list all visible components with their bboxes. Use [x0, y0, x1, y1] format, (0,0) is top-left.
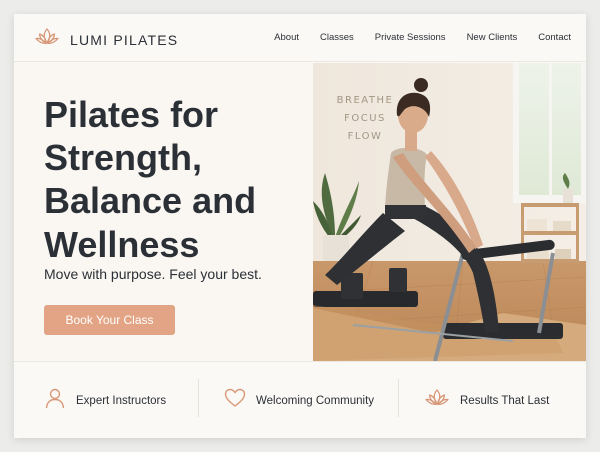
feature-item: Expert Instructors: [44, 362, 166, 438]
hero-title-line: Balance and: [44, 180, 257, 222]
person-icon: [44, 387, 66, 414]
wall-text-line: FLOW: [348, 131, 383, 142]
nav-links: About Classes Private Sessions New Clien…: [274, 32, 571, 43]
heart-icon: [224, 388, 246, 413]
hero-image: BREATHE FOCUS FLOW: [313, 63, 586, 361]
feature-item: Results That Last: [424, 362, 549, 438]
top-navigation: LUMI PILATES About Classes Private Sessi…: [14, 14, 586, 62]
hero-title-line: Strength,: [44, 137, 202, 179]
feature-label: Expert Instructors: [76, 394, 167, 407]
wall-text-line: BREATHE: [337, 95, 394, 106]
nav-item-private-sessions[interactable]: Private Sessions: [375, 32, 446, 43]
feature-label: Results That Last: [460, 394, 550, 407]
wall-text-line: FOCUS: [344, 113, 386, 124]
hero-subtitle: Move with purpose. Feel your best.: [44, 266, 262, 282]
divider: [198, 379, 199, 417]
nav-item-new-clients[interactable]: New Clients: [467, 32, 518, 43]
nav-item-about[interactable]: About: [274, 32, 299, 43]
nav-item-classes[interactable]: Classes: [320, 32, 354, 43]
features-bar: Expert Instructors Welcoming Community R…: [14, 361, 586, 438]
book-class-button[interactable]: Book Your Class: [44, 305, 175, 335]
brand-logo[interactable]: LUMI PILATES: [34, 26, 178, 53]
lotus-icon: [34, 26, 60, 53]
hero-title: Pilates for Strength, Balance and Wellne…: [44, 93, 304, 266]
hero-title-line: Wellness: [44, 223, 200, 265]
feature-item: Welcoming Community: [224, 362, 374, 438]
feature-label: Welcoming Community: [256, 394, 375, 407]
brand-name: LUMI PILATES: [70, 31, 179, 48]
hero-title-line: Pilates for: [44, 94, 219, 135]
lotus-icon: [424, 387, 450, 414]
divider: [398, 379, 399, 417]
hero-section: Pilates for Strength, Balance and Wellne…: [14, 63, 313, 360]
landing-page: LUMI PILATES About Classes Private Sessi…: [14, 14, 586, 438]
nav-item-contact[interactable]: Contact: [538, 32, 571, 43]
